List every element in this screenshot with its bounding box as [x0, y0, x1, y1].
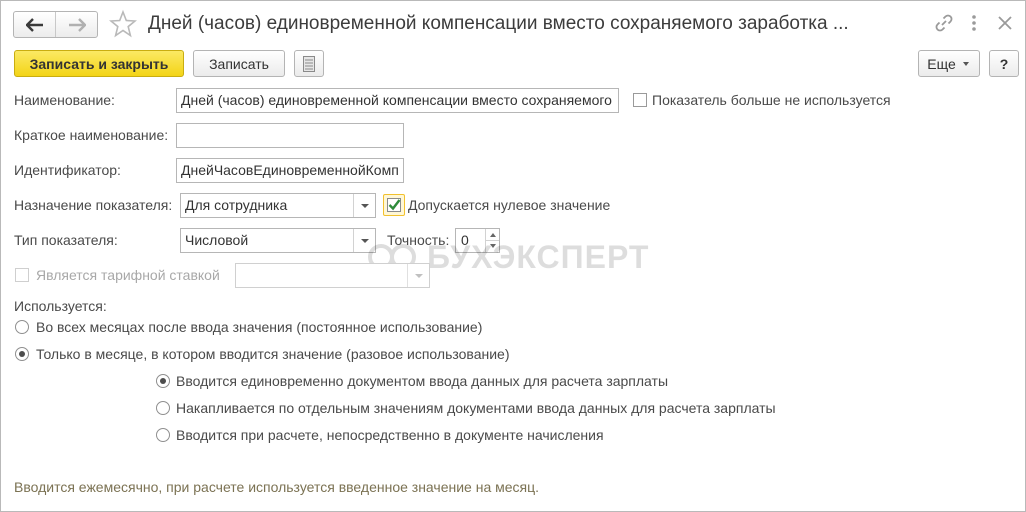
document-list-icon: [303, 55, 315, 72]
unused-checkbox[interactable]: [633, 93, 647, 107]
favorite-star-icon[interactable]: [109, 9, 137, 39]
purpose-label: Назначение показателя:: [14, 197, 173, 213]
save-and-close-button[interactable]: Записать и закрыть: [14, 50, 184, 77]
dropdown-arrow-icon: [414, 273, 423, 278]
type-select-value: Числовой: [185, 232, 249, 248]
help-button[interactable]: ?: [989, 50, 1019, 77]
suboption-accumulate-radio[interactable]: [156, 401, 170, 415]
more-actions-label: Еще: [927, 55, 956, 72]
save-button[interactable]: Записать: [193, 50, 285, 77]
usage-option-one-time-label[interactable]: Только в месяце, в котором вводится знач…: [36, 346, 510, 362]
tariff-dropdown-button[interactable]: [407, 264, 429, 287]
short-name-input[interactable]: [176, 123, 404, 148]
name-input[interactable]: Дней (часов) единовременной компенсации …: [176, 88, 619, 113]
arrow-right-icon: [68, 17, 86, 32]
usage-option-permanent-label[interactable]: Во всех месяцах после ввода значения (по…: [36, 319, 482, 335]
tariff-checkbox[interactable]: [15, 268, 29, 282]
purpose-dropdown-button[interactable]: [353, 194, 375, 217]
suboption-at-calculation-radio[interactable]: [156, 428, 170, 442]
chevron-down-icon: [962, 61, 969, 66]
form-window: Дней (часов) единовременной компенсации …: [0, 0, 1026, 512]
short-name-label: Краткое наименование:: [14, 127, 169, 143]
usage-option-one-time-radio[interactable]: [15, 347, 29, 361]
usage-label: Используется:: [14, 298, 107, 314]
usage-option-permanent-radio[interactable]: [15, 320, 29, 334]
zero-allowed-checkbox[interactable]: [383, 194, 405, 216]
title-bar: Дней (часов) единовременной компенсации …: [1, 1, 1025, 47]
tariff-label: Является тарифной ставкой: [36, 267, 220, 283]
more-actions-button[interactable]: Еще: [918, 50, 980, 77]
back-button[interactable]: [14, 12, 55, 37]
suboption-at-calculation-label[interactable]: Вводится при расчете, непосредственно в …: [176, 427, 604, 443]
type-label: Тип показателя:: [14, 232, 118, 248]
zero-allowed-label[interactable]: Допускается нулевое значение: [408, 197, 610, 213]
nav-buttons: [13, 11, 98, 38]
forward-button[interactable]: [55, 12, 97, 37]
checkmark-icon: [387, 198, 401, 212]
suboption-accumulate-label[interactable]: Накапливается по отдельным значениям док…: [176, 400, 776, 416]
arrow-up-icon: [489, 232, 496, 237]
identifier-input[interactable]: ДнейЧасовЕдиновременнойКомп: [176, 158, 404, 183]
identifier-label: Идентификатор:: [14, 162, 121, 178]
unused-checkbox-label[interactable]: Показатель больше не используется: [652, 92, 891, 108]
name-label: Наименование:: [14, 92, 115, 108]
arrow-left-icon: [25, 17, 43, 32]
tariff-select[interactable]: [235, 263, 430, 288]
purpose-select[interactable]: Для сотрудника: [180, 193, 376, 218]
suboption-single-doc-label[interactable]: Вводится единовременно документом ввода …: [176, 373, 668, 389]
type-select[interactable]: Числовой: [180, 228, 376, 253]
watermark-text: БУХЭКСПЕРТ: [427, 238, 650, 275]
document-list-button[interactable]: [294, 50, 324, 77]
suboption-single-doc-radio[interactable]: [156, 374, 170, 388]
close-icon[interactable]: [995, 13, 1015, 33]
window-title: Дней (часов) единовременной компенсации …: [148, 13, 849, 34]
more-vertical-icon[interactable]: [964, 13, 984, 33]
usage-description-note: Вводится ежемесячно, при расчете использ…: [14, 479, 540, 495]
dropdown-arrow-icon: [360, 203, 369, 208]
purpose-select-value: Для сотрудника: [185, 197, 288, 213]
link-icon[interactable]: [934, 13, 954, 33]
